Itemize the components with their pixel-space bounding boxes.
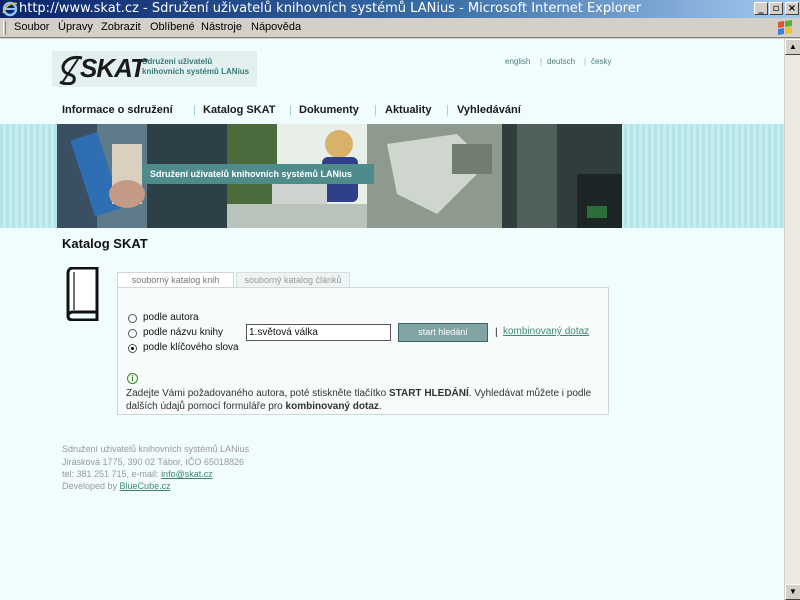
lang-cesky-link[interactable]: česky <box>591 57 611 66</box>
page-title: Katalog SKAT <box>62 236 148 251</box>
footer-developer: Developed by BlueCube.cz <box>62 481 171 491</box>
footer-email-link[interactable]: info@skat.cz <box>161 469 213 479</box>
nav-separator: | <box>446 104 449 116</box>
menu-soubor[interactable]: Soubor <box>14 21 49 33</box>
footer-developer-link[interactable]: BlueCube.cz <box>120 481 171 491</box>
window-title-bar[interactable]: http://www.skat.cz - Sdružení uživatelů … <box>0 0 800 18</box>
search-input[interactable]: 1.světová válka <box>246 324 391 341</box>
vertical-scrollbar[interactable]: ▲ ▼ <box>784 39 800 600</box>
radio-button-checked[interactable] <box>128 344 137 353</box>
tab-katalog-knih[interactable]: souborný katalog knih <box>117 272 234 288</box>
book-icon <box>66 267 99 321</box>
nav-aktuality[interactable]: Aktuality <box>385 104 431 116</box>
site-logo[interactable]: SKAT Sdružení uživatelů knihovních systé… <box>52 51 257 87</box>
tab-katalog-clanku[interactable]: souborný katalog článků <box>236 272 350 288</box>
logo-text: SKAT <box>80 53 146 83</box>
lang-separator: | <box>540 57 543 66</box>
menu-napoveda[interactable]: Nápověda <box>251 21 301 33</box>
radio-label: podle klíčového slova <box>143 342 239 353</box>
radio-button[interactable] <box>128 314 137 323</box>
info-icon: i <box>127 373 138 384</box>
start-search-button[interactable]: start hledání <box>398 323 488 342</box>
toolbar-grip[interactable] <box>3 21 6 35</box>
maximize-button[interactable]: ▫ <box>769 2 783 15</box>
internet-explorer-icon <box>2 1 18 17</box>
nav-separator: | <box>193 104 196 116</box>
windows-logo-icon <box>778 20 792 35</box>
close-button[interactable]: × <box>785 2 799 15</box>
window-title: http://www.skat.cz - Sdružení uživatelů … <box>19 1 642 16</box>
menu-bar: Soubor Úpravy Zobrazit Oblíbené Nástroje… <box>0 18 800 38</box>
link-separator: | <box>495 327 498 338</box>
footer-developer-text: Developed by <box>62 481 120 491</box>
scroll-down-button[interactable]: ▼ <box>785 584 800 600</box>
nav-informace[interactable]: Informace o sdružení <box>62 104 173 116</box>
scroll-up-button[interactable]: ▲ <box>785 39 800 55</box>
menu-oblibene[interactable]: Oblíbené <box>150 21 195 33</box>
help-text-part: Zadejte Vámi požadovaného autora, poté s… <box>126 388 389 399</box>
nav-dokumenty[interactable]: Dokumenty <box>299 104 359 116</box>
minimize-button[interactable]: _ <box>754 2 768 15</box>
help-text-bold: kombinovaný dotaz <box>285 401 379 412</box>
banner-caption: Sdružení uživatelů knihovních systémů LA… <box>142 164 374 184</box>
help-text-bold: START HLEDÁNÍ <box>388 388 469 399</box>
logo-subtitle: Sdružení uživatelů knihovních systémů LA… <box>142 57 250 76</box>
lang-separator: | <box>584 57 587 66</box>
footer-address: Jirásková 1775, 390 02 Tábor, IČO 650188… <box>62 457 244 467</box>
menu-upravy[interactable]: Úpravy <box>58 21 93 33</box>
nav-vyhledavani[interactable]: Vyhledávání <box>457 104 521 116</box>
radio-button[interactable] <box>128 329 137 338</box>
footer-contact: tel: 381 251 715, e-mail: info@skat.cz <box>62 469 213 479</box>
help-text: Zadejte Vámi požadovaného autora, poté s… <box>126 387 606 413</box>
nav-katalog[interactable]: Katalog SKAT <box>203 104 276 116</box>
footer-organization: Sdružení uživatelů knihovních systémů LA… <box>62 444 250 454</box>
nav-separator: | <box>289 104 292 116</box>
page-viewport: SKAT Sdružení uživatelů knihovních systé… <box>0 39 784 600</box>
radio-label: podle názvu knihy <box>143 327 224 338</box>
menu-nastroje[interactable]: Nástroje <box>201 21 242 33</box>
footer-contact-text: tel: 381 251 715, e-mail: <box>62 469 162 479</box>
lang-english-link[interactable]: english <box>505 57 530 66</box>
radio-label: podle autora <box>143 312 199 323</box>
nav-separator: | <box>374 104 377 116</box>
help-text-part: . <box>378 401 382 412</box>
banner-photo-collage: Sdružení uživatelů knihovních systémů LA… <box>57 124 622 228</box>
menu-zobrazit[interactable]: Zobrazit <box>101 21 141 33</box>
lang-deutsch-link[interactable]: deutsch <box>547 57 575 66</box>
combined-query-link[interactable]: kombinovaný dotaz <box>503 326 589 337</box>
